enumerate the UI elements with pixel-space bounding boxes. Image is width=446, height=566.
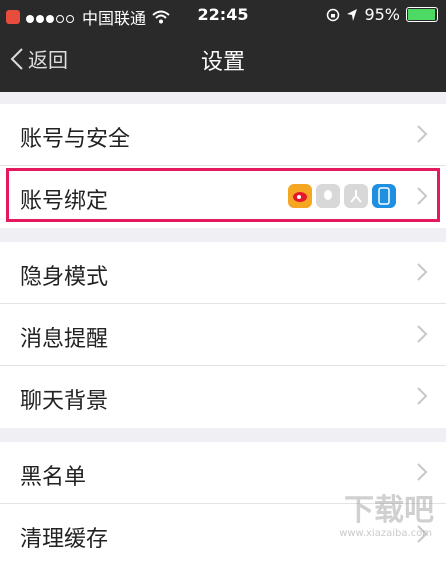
settings-item-account-binding[interactable]: 账号绑定 [0,166,446,228]
settings-item-label: 消息提醒 [20,327,109,352]
battery-percent: 95% [364,5,400,24]
battery-fill [408,9,435,20]
settings-item-label: 聊天背景 [20,389,109,414]
qq-icon [316,184,340,208]
chevron-right-icon [417,187,428,205]
chevron-right-icon [417,325,428,343]
page-title: 设置 [200,50,245,75]
navigation-bar: 返回 设置 [0,30,446,92]
battery-icon [406,7,438,22]
binding-icons [288,184,396,208]
phone-icon [372,184,396,208]
chevron-right-icon [417,463,428,481]
weibo-icon [288,184,312,208]
settings-item-label: 账号与安全 [20,127,131,152]
status-right: 95% [326,5,438,24]
location-icon [347,8,358,21]
settings-group-general: 隐身模式 消息提醒 聊天背景 [0,242,446,428]
settings-item-account-security[interactable]: 账号与安全 [0,104,446,166]
settings-item-chat-background[interactable]: 聊天背景 [0,366,446,428]
rotation-lock-icon [327,8,340,21]
settings-item-label: 清理缓存 [20,527,109,552]
settings-item-notifications[interactable]: 消息提醒 [0,304,446,366]
settings-group-account: 账号与安全 账号绑定 [0,104,446,228]
chevron-right-icon [417,263,428,281]
settings-item-invisible-mode[interactable]: 隐身模式 [0,242,446,304]
settings-item-label: 黑名单 [20,465,87,490]
watermark: 下载吧 [344,493,434,528]
chevron-right-icon [417,387,428,405]
status-bar: 中国联通 22:45 95% [0,0,446,30]
settings-item-label: 账号绑定 [20,189,109,214]
settings-item-label: 隐身模式 [20,265,109,290]
chevron-right-icon [417,125,428,143]
renren-icon [344,184,368,208]
watermark-url: www.xiazaiba.com [339,528,432,539]
